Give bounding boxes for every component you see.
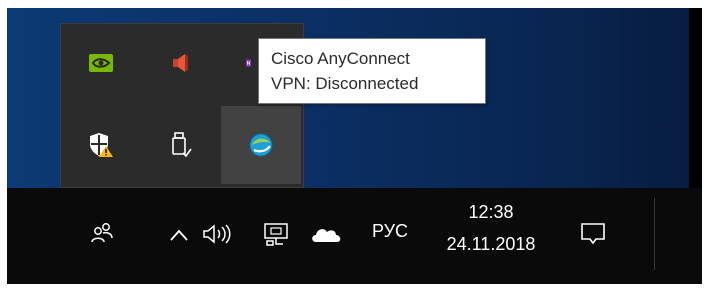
- tooltip: Cisco AnyConnect VPN: Disconnected: [258, 38, 486, 104]
- action-center-button[interactable]: [575, 216, 611, 252]
- tray-item-nvidia[interactable]: [61, 24, 141, 102]
- tray-item-cisco-anyconnect[interactable]: [221, 106, 301, 184]
- people-button[interactable]: [85, 216, 119, 250]
- network-button[interactable]: [260, 218, 292, 250]
- action-center-icon: [581, 223, 605, 245]
- network-wired-icon: [264, 223, 288, 246]
- cisco-anyconnect-icon: [249, 133, 273, 157]
- windows-security-warning-icon: [90, 133, 113, 157]
- onedrive-cloud-icon: [312, 229, 341, 242]
- screen: Cisco AnyConnect VPN: Disconnected РУС 1…: [7, 8, 702, 284]
- people-icon: [91, 223, 113, 243]
- volume-icon: [203, 224, 231, 244]
- show-hidden-icons-button[interactable]: [165, 221, 193, 249]
- nvidia-icon: [89, 54, 113, 72]
- tray-item-speaker[interactable]: [141, 24, 221, 102]
- volume-button[interactable]: [200, 219, 234, 249]
- tooltip-line-2: VPN: Disconnected: [271, 74, 419, 93]
- tray-item-usb[interactable]: [141, 106, 221, 184]
- desktop-edge: [689, 8, 702, 188]
- onenote-icon: [246, 59, 251, 67]
- tray-item-windows-security[interactable]: [61, 106, 141, 184]
- safely-remove-usb-icon: [172, 132, 192, 158]
- speaker-muted-icon: [173, 54, 188, 72]
- clock-date: 24.11.2018: [446, 234, 536, 254]
- chevron-up-icon: [170, 229, 188, 241]
- clock-time: 12:38: [468, 202, 514, 222]
- tray-item-onenote[interactable]: [221, 24, 251, 102]
- input-language-indicator[interactable]: РУС: [365, 216, 415, 246]
- show-desktop-button[interactable]: [655, 188, 702, 284]
- onedrive-button[interactable]: [307, 219, 347, 249]
- tooltip-line-1: Cisco AnyConnect: [271, 49, 410, 68]
- clock[interactable]: 12:38 24.11.2018: [430, 196, 552, 266]
